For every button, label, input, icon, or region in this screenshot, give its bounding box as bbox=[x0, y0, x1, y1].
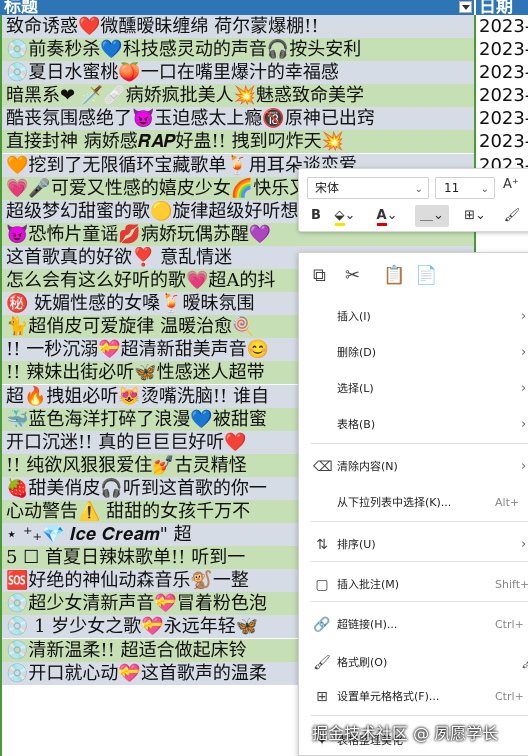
menu-separator bbox=[311, 715, 528, 716]
title-cell[interactable]: 致命诱惑❤️微醺暧昧缠绵 荷尔蒙爆棚!! bbox=[2, 15, 474, 38]
grow-font-button[interactable]: A⁺ bbox=[503, 177, 519, 192]
copy-icon[interactable]: ⧉ bbox=[313, 265, 326, 286]
menu-item-format-cells[interactable]: ⊞ 设置单元格格式(F)... Ctrl+ bbox=[299, 679, 528, 715]
menu-item-comment[interactable]: ▢ 插入批注(M) Shift+F2 bbox=[299, 567, 528, 603]
chevron-right-icon: › bbox=[521, 537, 527, 552]
chevron-right-icon: › bbox=[521, 381, 527, 396]
underline-border-icon: ＿ bbox=[420, 208, 434, 223]
header-date[interactable]: 日期 bbox=[476, 0, 528, 15]
menu-item-sort-icon: ⇅ bbox=[316, 537, 328, 553]
chevron-right-icon: › bbox=[521, 345, 527, 360]
date-cell[interactable]: 2023- bbox=[476, 15, 528, 38]
paste-icon[interactable]: 📋 bbox=[383, 265, 405, 286]
menu-separator bbox=[311, 443, 528, 444]
menu-item-select[interactable]: 选择(L) › bbox=[299, 371, 528, 407]
table-row[interactable]: 💿前奏秒杀💙科技感灵动的声音🎧按头安利 2023- bbox=[0, 38, 528, 62]
filter-dropdown-button[interactable] bbox=[459, 1, 472, 13]
font-size-select[interactable]: 11 ⌄ bbox=[435, 177, 495, 199]
chevron-right-icon: › bbox=[521, 459, 527, 474]
border-style-button[interactable]: ＿⌄ bbox=[415, 205, 449, 227]
grid-icon: ⊞ bbox=[464, 208, 475, 223]
title-cell[interactable]: 💿前奏秒杀💙科技感灵动的声音🎧按头安利 bbox=[2, 38, 474, 62]
selection-border-left bbox=[0, 15, 2, 756]
watermark: 掘金技术社区 @ 夙愿学长 bbox=[312, 724, 499, 743]
mini-toolbar: 宋体 ⌄ 11 ⌄ A⁺ B ⬙⌄ A⌄ ＿⌄ ⊞⌄ 🖌 bbox=[298, 168, 528, 232]
fill-color-icon: ⬙ bbox=[334, 208, 345, 226]
menu-item-label: 清除内容(N) bbox=[337, 460, 398, 473]
menu-item-format-painter[interactable]: 🖌 格式刷(O) 🖌 bbox=[299, 645, 528, 681]
menu-item-insert[interactable]: 插入(I) › bbox=[299, 299, 528, 335]
menu-item-label: 超链接(H)... bbox=[337, 618, 398, 631]
date-cell[interactable]: 2023- bbox=[476, 38, 528, 62]
table-row[interactable]: 💿夏日水蜜桃🍑一口在嘴里爆汁的幸福感 2023- bbox=[0, 61, 528, 85]
table-row[interactable]: 暗黑系❤ 🗡️🩹病娇疯批美人💥魅惑致命美学 2023- bbox=[0, 84, 528, 108]
menu-item-hyperlink-icon: 🔗 bbox=[313, 617, 331, 633]
menu-item-label: 格式刷(O) bbox=[337, 656, 388, 669]
chevron-right-icon: › bbox=[521, 309, 527, 324]
title-cell[interactable]: 直接封神 病娇感𝑹𝑨𝑷好蛊!! 拽到叼炸天💥 bbox=[2, 130, 474, 154]
menu-item-label: 插入(I) bbox=[337, 310, 371, 323]
menu-item-clear-icon: ⌫ bbox=[313, 459, 333, 475]
menu-item-shortcut: Shift+F2 bbox=[495, 578, 528, 591]
menu-separator bbox=[311, 521, 528, 522]
menu-item-label: 表格(B) bbox=[337, 418, 376, 431]
font-color-button[interactable]: A⌄ bbox=[375, 205, 399, 227]
menu-item-delete[interactable]: 删除(D) › bbox=[299, 335, 528, 371]
font-color-icon: A bbox=[376, 208, 387, 226]
menu-item-comment-icon: ▢ bbox=[315, 577, 329, 593]
menu-item-hyperlink[interactable]: 🔗 超链接(H)... Ctrl+ bbox=[299, 607, 528, 643]
menu-item-format-cells-icon: ⊞ bbox=[316, 689, 328, 705]
header-row: 标题 日期 bbox=[0, 0, 528, 15]
title-cell[interactable]: 💿夏日水蜜桃🍑一口在嘴里爆汁的幸福感 bbox=[2, 61, 474, 85]
bold-icon[interactable]: B bbox=[309, 205, 323, 227]
menu-item-label: 设置单元格格式(F)... bbox=[337, 690, 440, 703]
borders-button[interactable]: ⊞⌄ bbox=[461, 205, 489, 227]
menu-item-clear[interactable]: ⌫ 清除内容(N) › bbox=[299, 449, 528, 485]
chevron-right-icon: 🖌 bbox=[521, 645, 528, 681]
date-cell[interactable]: 2023- bbox=[476, 61, 528, 85]
table-row[interactable]: 直接封神 病娇感𝑹𝑨𝑷好蛊!! 拽到叼炸天💥 2023- bbox=[0, 130, 528, 154]
title-cell[interactable]: 酷丧氛围感绝了😈玉迫感太上瘾🔞原神已出窍 bbox=[2, 107, 474, 131]
menu-item-shortcut: Ctrl+ bbox=[495, 618, 524, 631]
format-painter-button[interactable]: 🖌 bbox=[501, 205, 523, 227]
brush-icon: 🖌 bbox=[503, 208, 521, 223]
menu-item-shortcut: Alt+ bbox=[495, 496, 520, 509]
date-cell[interactable]: 2023- bbox=[476, 84, 528, 108]
title-cell[interactable]: 暗黑系❤ 🗡️🩹病娇疯批美人💥魅惑致命美学 bbox=[2, 84, 474, 108]
menu-item-label: 选择(L) bbox=[337, 382, 374, 395]
header-title-label: 标题 bbox=[4, 0, 38, 15]
table-row[interactable]: 致命诱惑❤️微醺暧昧缠绵 荷尔蒙爆棚!! 2023- bbox=[0, 15, 528, 39]
menu-item-sort[interactable]: ⇅ 排序(U) › bbox=[299, 527, 528, 563]
fill-color-button[interactable]: ⬙⌄ bbox=[333, 205, 357, 227]
table-row[interactable]: 酷丧氛围感绝了😈玉迫感太上瘾🔞原神已出窍 2023- bbox=[0, 107, 528, 131]
paste-special-icon[interactable]: 📄 bbox=[415, 265, 437, 286]
font-size-value: 11 bbox=[444, 181, 460, 195]
chevron-down-icon: ⌄ bbox=[414, 184, 423, 195]
menu-item-label: 排序(U) bbox=[337, 538, 376, 551]
chevron-down-icon: ⌄ bbox=[480, 184, 489, 195]
cut-icon[interactable]: ✂ bbox=[345, 265, 360, 286]
date-cell[interactable]: 2023- bbox=[476, 107, 528, 131]
menu-item-label: 删除(D) bbox=[337, 346, 377, 359]
context-menu: ⧉ ✂ 📋 📄 插入(I) › 删除(D) › 选择(L) › 表格(B) › ⌫ 清除内容(N) › 从下… bbox=[298, 252, 528, 756]
menu-item-label: 插入批注(M) bbox=[337, 578, 400, 591]
chevron-right-icon: › bbox=[521, 417, 527, 432]
header-title[interactable]: 标题 bbox=[0, 0, 474, 15]
menu-item-format-painter-icon: 🖌 bbox=[313, 655, 331, 671]
menu-item-pick-list[interactable]: 从下拉列表中选择(K)... Alt+ bbox=[299, 485, 528, 521]
menu-item-label: 从下拉列表中选择(K)... bbox=[337, 496, 452, 509]
clipboard-icons-row: ⧉ ✂ 📋 📄 bbox=[299, 253, 528, 299]
menu-item-table[interactable]: 表格(B) › bbox=[299, 407, 528, 443]
menu-item-shortcut: Ctrl+ bbox=[495, 690, 524, 703]
date-cell[interactable]: 2023- bbox=[476, 130, 528, 154]
font-select[interactable]: 宋体 ⌄ bbox=[307, 177, 429, 199]
font-value: 宋体 bbox=[315, 181, 340, 195]
